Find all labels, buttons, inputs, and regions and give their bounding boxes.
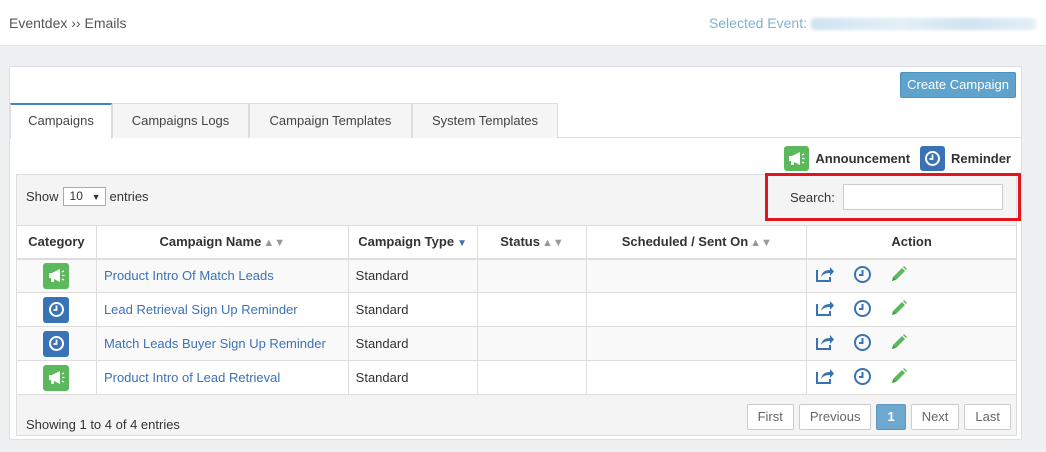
page-1-button[interactable]: 1 (876, 404, 906, 430)
dropdown-arrow-icon: ▼ (91, 192, 101, 202)
category-legend: Announcement Reminder (784, 145, 1011, 171)
share-icon[interactable] (815, 367, 835, 388)
legend-announcement-label: Announcement (815, 150, 911, 166)
search-input[interactable] (843, 184, 1003, 210)
header-action: Action (806, 225, 1017, 260)
category-cell (16, 360, 97, 395)
campaign-type-cell: Standard (347, 326, 478, 361)
action-cell (806, 326, 1017, 361)
top-bar: Eventdex ›› Emails Selected Event: (0, 0, 1046, 46)
tab-bar: Campaigns Campaigns Logs Campaign Templa… (10, 103, 1021, 139)
tab-campaigns-logs[interactable]: Campaigns Logs (112, 103, 249, 138)
clock-icon[interactable] (853, 299, 872, 321)
scheduled-cell (586, 258, 808, 293)
campaigns-table: Category Campaign Name ▲▼ Campaign Type ▼ … (16, 225, 1017, 395)
action-cell (806, 292, 1017, 327)
campaign-name-cell[interactable]: Lead Retrieval Sign Up Reminder (95, 292, 349, 327)
share-icon[interactable] (815, 333, 835, 354)
show-label: Show (26, 189, 59, 204)
clock-icon (920, 145, 946, 171)
search-label: Search: (790, 190, 835, 205)
selected-event-name-redacted (811, 18, 1036, 31)
share-icon[interactable] (815, 299, 835, 320)
campaign-name-link[interactable]: Product Intro of Lead Retrieval (104, 370, 280, 385)
status-cell (476, 258, 588, 293)
pagination: First Previous 1 Next Last (746, 404, 1011, 430)
megaphone-icon (43, 262, 70, 289)
pencil-icon[interactable] (889, 333, 908, 355)
table-row: Product Intro of Lead Retrieval Standard (16, 360, 1017, 395)
show-entries-control: Show 10 ▼ entries (26, 187, 149, 206)
table-row: Match Leads Buyer Sign Up Reminder Stand… (16, 326, 1017, 361)
action-cell (806, 258, 1017, 293)
header-scheduled[interactable]: Scheduled / Sent On ▲▼ (586, 225, 808, 260)
share-icon[interactable] (815, 265, 835, 286)
previous-page-button[interactable]: Previous (798, 404, 872, 430)
campaigns-table-wrapper: Show 10 ▼ entries Search: Category Campai… (16, 173, 1021, 436)
pencil-icon[interactable] (889, 367, 908, 389)
page-size-value: 10 (69, 189, 83, 203)
legend-reminder-label: Reminder (951, 150, 1011, 166)
campaign-name-cell[interactable]: Product Intro of Lead Retrieval (95, 360, 349, 395)
campaign-name-link[interactable]: Match Leads Buyer Sign Up Reminder (104, 336, 326, 351)
tab-system-templates[interactable]: System Templates (412, 103, 558, 138)
table-info: Showing 1 to 4 of 4 entries (26, 417, 180, 432)
last-page-button[interactable]: Last (964, 404, 1011, 430)
megaphone-icon (784, 145, 810, 171)
clock-icon[interactable] (853, 265, 872, 287)
page-size-select[interactable]: 10 ▼ (62, 187, 106, 206)
sort-icon: ▲▼ (263, 237, 286, 250)
header-campaign-name[interactable]: Campaign Name ▲▼ (95, 225, 349, 260)
campaign-name-link[interactable]: Lead Retrieval Sign Up Reminder (104, 302, 298, 317)
table-row: Lead Retrieval Sign Up Reminder Standard (16, 292, 1017, 327)
action-cell (806, 360, 1017, 395)
campaigns-panel: Create Campaign Campaigns Campaigns Logs… (9, 66, 1022, 440)
sort-icon: ▲▼ (750, 237, 772, 250)
scheduled-cell (586, 292, 808, 327)
breadcrumb: Eventdex ›› Emails (9, 15, 127, 31)
selected-event: Selected Event: (709, 15, 1036, 31)
scheduled-cell (586, 360, 808, 395)
search-highlight-box: Search: (765, 173, 1021, 221)
clock-icon (43, 296, 70, 323)
status-cell (476, 326, 588, 361)
pencil-icon[interactable] (889, 299, 908, 321)
table-row: Product Intro Of Match Leads Standard (16, 258, 1017, 293)
next-page-button[interactable]: Next (910, 404, 960, 430)
header-campaign-type[interactable]: Campaign Type ▼ (347, 225, 478, 260)
campaign-name-link[interactable]: Product Intro Of Match Leads (104, 268, 274, 283)
first-page-button[interactable]: First (746, 404, 794, 430)
category-cell (16, 292, 97, 327)
status-cell (476, 292, 588, 327)
pencil-icon[interactable] (889, 265, 908, 287)
clock-icon[interactable] (853, 367, 872, 389)
selected-event-label: Selected Event: (708, 15, 807, 31)
campaign-type-cell: Standard (347, 292, 478, 327)
status-cell (476, 360, 588, 395)
create-campaign-button[interactable]: Create Campaign (900, 72, 1016, 98)
megaphone-icon (43, 364, 70, 391)
sort-desc-icon: ▼ (457, 238, 467, 250)
campaign-name-cell[interactable]: Match Leads Buyer Sign Up Reminder (95, 326, 349, 361)
category-cell (16, 258, 97, 293)
campaign-type-cell: Standard (347, 360, 478, 395)
tab-campaign-templates[interactable]: Campaign Templates (249, 103, 412, 138)
header-category[interactable]: Category (16, 225, 97, 260)
entries-label: entries (109, 189, 149, 204)
campaign-name-cell[interactable]: Product Intro Of Match Leads (95, 258, 349, 293)
campaign-type-cell: Standard (347, 258, 478, 293)
clock-icon[interactable] (853, 333, 872, 355)
category-cell (16, 326, 97, 361)
clock-icon (43, 330, 70, 357)
tab-campaigns[interactable]: Campaigns (10, 103, 112, 139)
header-status[interactable]: Status ▲▼ (476, 225, 588, 260)
scheduled-cell (586, 326, 808, 361)
sort-icon: ▲▼ (541, 237, 564, 250)
